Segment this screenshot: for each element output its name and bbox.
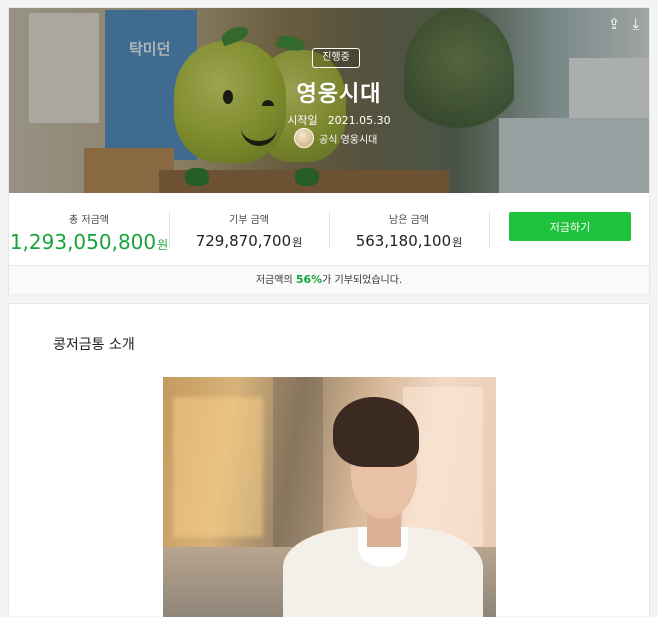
campaign-page: 탁미던 ⇪ ⤓ 진행중 영웅시대 시작일 2021.05.30 공식 영웅시대 … bbox=[1, 7, 658, 617]
total-savings-value-row: 1,293,050,800원 bbox=[9, 230, 169, 254]
donated-amount-label: 기부 금액 bbox=[229, 215, 269, 226]
intro-photo bbox=[163, 377, 496, 617]
remaining-amount-label: 남은 금액 bbox=[389, 215, 429, 226]
donated-amount: 기부 금액 729,870,700원 bbox=[169, 193, 329, 265]
owner-name[interactable]: 공식 영웅시대 bbox=[319, 131, 377, 146]
status-badge: 진행중 bbox=[312, 48, 360, 68]
donation-percent: 56% bbox=[295, 273, 323, 286]
intro-title: 콩저금통 소개 bbox=[53, 337, 135, 353]
start-date-label: 시작일 bbox=[287, 114, 318, 127]
download-icon[interactable]: ⤓ bbox=[632, 16, 639, 32]
remaining-amount-value-row: 563,180,100원 bbox=[329, 232, 489, 250]
remaining-amount-value: 563,180,100 bbox=[355, 232, 452, 250]
total-savings-value: 1,293,050,800 bbox=[9, 230, 157, 254]
donated-amount-unit: 원 bbox=[292, 236, 303, 249]
owner-avatar[interactable] bbox=[294, 128, 314, 148]
hero-banner: 탁미던 ⇪ ⤓ 진행중 영웅시대 시작일 2021.05.30 공식 영웅시대 bbox=[9, 8, 649, 193]
total-savings-label: 총 저금액 bbox=[69, 215, 109, 226]
owner-info[interactable]: 공식 영웅시대 bbox=[294, 128, 377, 148]
hero-actions: ⇪ ⤓ bbox=[608, 16, 639, 32]
stats-divider bbox=[489, 211, 490, 249]
intro-section: 콩저금통 소개 bbox=[9, 303, 649, 617]
person-hair bbox=[333, 397, 419, 467]
section-gap bbox=[1, 295, 658, 303]
save-button[interactable]: 저금하기 bbox=[509, 212, 631, 241]
total-savings: 총 저금액 1,293,050,800원 bbox=[9, 193, 169, 265]
notice-prefix: 저금액의 bbox=[255, 275, 296, 286]
hero-info: 진행중 영웅시대 시작일 2021.05.30 공식 영웅시대 bbox=[259, 8, 419, 193]
notice-suffix: 가 기부되었습니다. bbox=[322, 275, 403, 286]
start-date-value: 2021.05.30 bbox=[327, 114, 391, 127]
share-icon[interactable]: ⇪ bbox=[608, 16, 621, 32]
amount-stats: 총 저금액 1,293,050,800원 기부 금액 729,870,700원 … bbox=[9, 193, 649, 265]
photo-bokeh bbox=[173, 397, 263, 537]
donated-amount-value: 729,870,700 bbox=[195, 232, 292, 250]
donation-notice: 저금액의 56%가 기부되었습니다. bbox=[9, 265, 649, 295]
start-date-line: 시작일 2021.05.30 bbox=[259, 112, 419, 128]
donated-amount-value-row: 729,870,700원 bbox=[169, 232, 329, 250]
remaining-amount: 남은 금액 563,180,100원 bbox=[329, 193, 489, 265]
total-savings-unit: 원 bbox=[157, 238, 169, 252]
remaining-amount-unit: 원 bbox=[452, 236, 463, 249]
campaign-title: 영웅시대 bbox=[296, 82, 382, 107]
